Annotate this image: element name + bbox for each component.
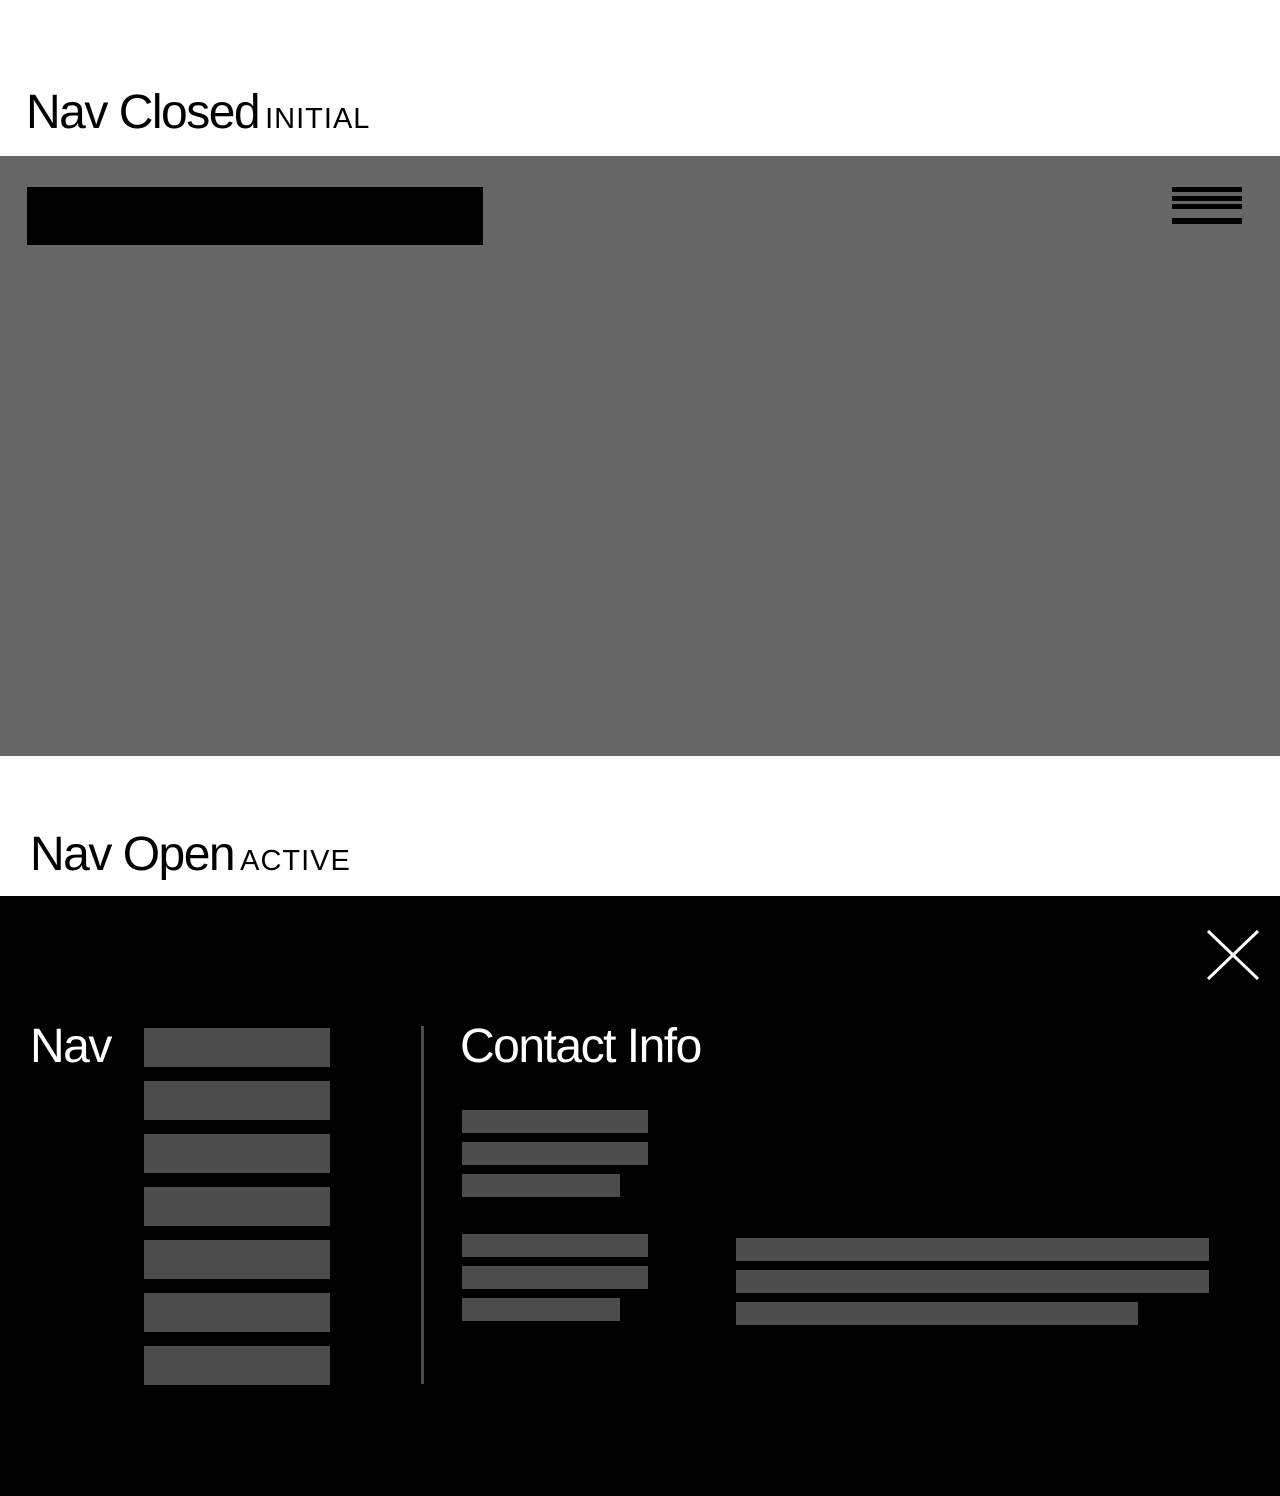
contact-text-block-wide <box>736 1238 1209 1334</box>
text-line-placeholder <box>462 1142 648 1165</box>
section-title-nav-closed: Nav Closed INITIAL <box>26 89 370 137</box>
nav-item-placeholder[interactable] <box>144 1134 330 1173</box>
vertical-divider <box>421 1026 424 1384</box>
nav-item-placeholder[interactable] <box>144 1187 330 1226</box>
contact-text-block <box>462 1234 648 1330</box>
nav-list <box>144 1028 330 1399</box>
hamburger-menu-icon[interactable] <box>1172 186 1242 226</box>
text-line-placeholder <box>462 1266 648 1289</box>
section-state-label: ACTIVE <box>240 845 351 877</box>
text-line-placeholder <box>736 1238 1209 1261</box>
contact-text-block <box>462 1110 648 1206</box>
contact-info-heading: Contact Info <box>460 1020 702 1073</box>
logo-placeholder[interactable] <box>27 187 483 245</box>
text-line-placeholder <box>462 1174 620 1197</box>
text-line-placeholder <box>462 1234 648 1257</box>
close-x-icon[interactable] <box>1206 929 1260 981</box>
text-line-placeholder <box>736 1302 1138 1325</box>
nav-item-placeholder[interactable] <box>144 1293 330 1332</box>
text-line-placeholder <box>462 1298 620 1321</box>
section-title-nav-open: Nav Open ACTIVE <box>30 831 351 879</box>
text-line-placeholder <box>736 1270 1209 1293</box>
nav-item-placeholder[interactable] <box>144 1346 330 1385</box>
section-state-label: INITIAL <box>265 103 371 135</box>
nav-heading: Nav <box>30 1020 112 1073</box>
nav-item-placeholder[interactable] <box>144 1028 330 1067</box>
text-line-placeholder <box>462 1110 648 1133</box>
section-title-main: Nav Open <box>30 828 236 881</box>
nav-open-panel: Nav Contact Info <box>0 896 1280 1496</box>
nav-item-placeholder[interactable] <box>144 1081 330 1120</box>
nav-closed-panel <box>0 156 1280 756</box>
section-title-main: Nav Closed <box>26 86 261 139</box>
nav-item-placeholder[interactable] <box>144 1240 330 1279</box>
